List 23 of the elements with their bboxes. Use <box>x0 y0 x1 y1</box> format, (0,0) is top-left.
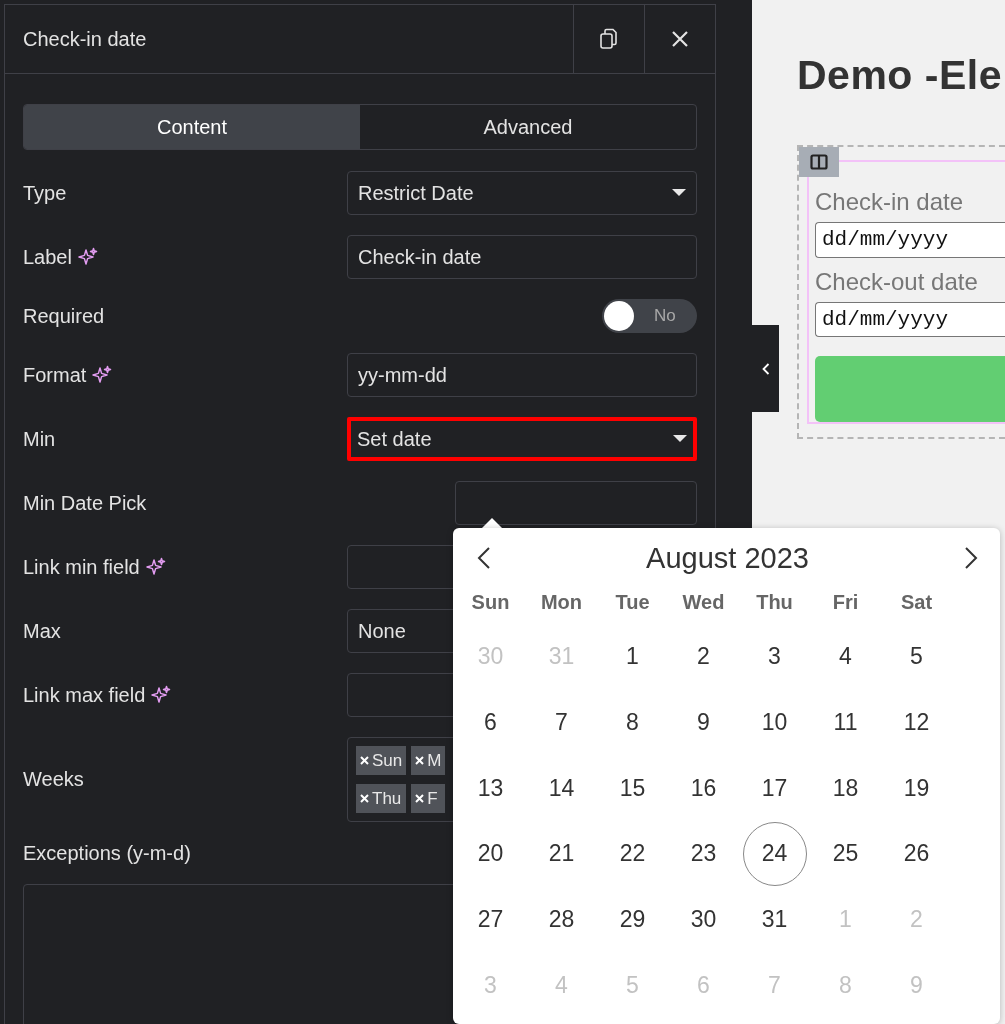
month-title: August 2023 <box>646 541 809 575</box>
field-label: Required <box>23 304 105 328</box>
field-label: Min Date Pick <box>23 491 147 515</box>
field-label: Min <box>23 427 56 451</box>
field-label: Link min field <box>23 555 140 579</box>
field-label: Format <box>23 363 87 387</box>
field-label: Weeks <box>23 768 84 791</box>
weekday-header: Sat <box>899 590 934 615</box>
field-label: Link max field <box>23 683 146 707</box>
weekday-header: Mon <box>539 590 584 615</box>
field-label: Exceptions (y-m-d) <box>23 842 191 865</box>
page-heading: Demo -Ele <box>797 52 1003 99</box>
form-label: Check-in date <box>815 188 965 216</box>
weekday-header: Sun <box>470 590 511 615</box>
field-label: Label <box>23 245 72 269</box>
field-label: Type <box>23 181 67 205</box>
weekday-header: Thu <box>755 590 794 615</box>
panel-title: Check-in date <box>23 27 147 51</box>
weekday-header: Fri <box>831 590 860 615</box>
weekday-header: Wed <box>681 590 726 615</box>
form-label: Check-out date <box>815 267 979 296</box>
field-label: Max <box>23 619 61 643</box>
weekday-header: Tue <box>614 590 651 615</box>
